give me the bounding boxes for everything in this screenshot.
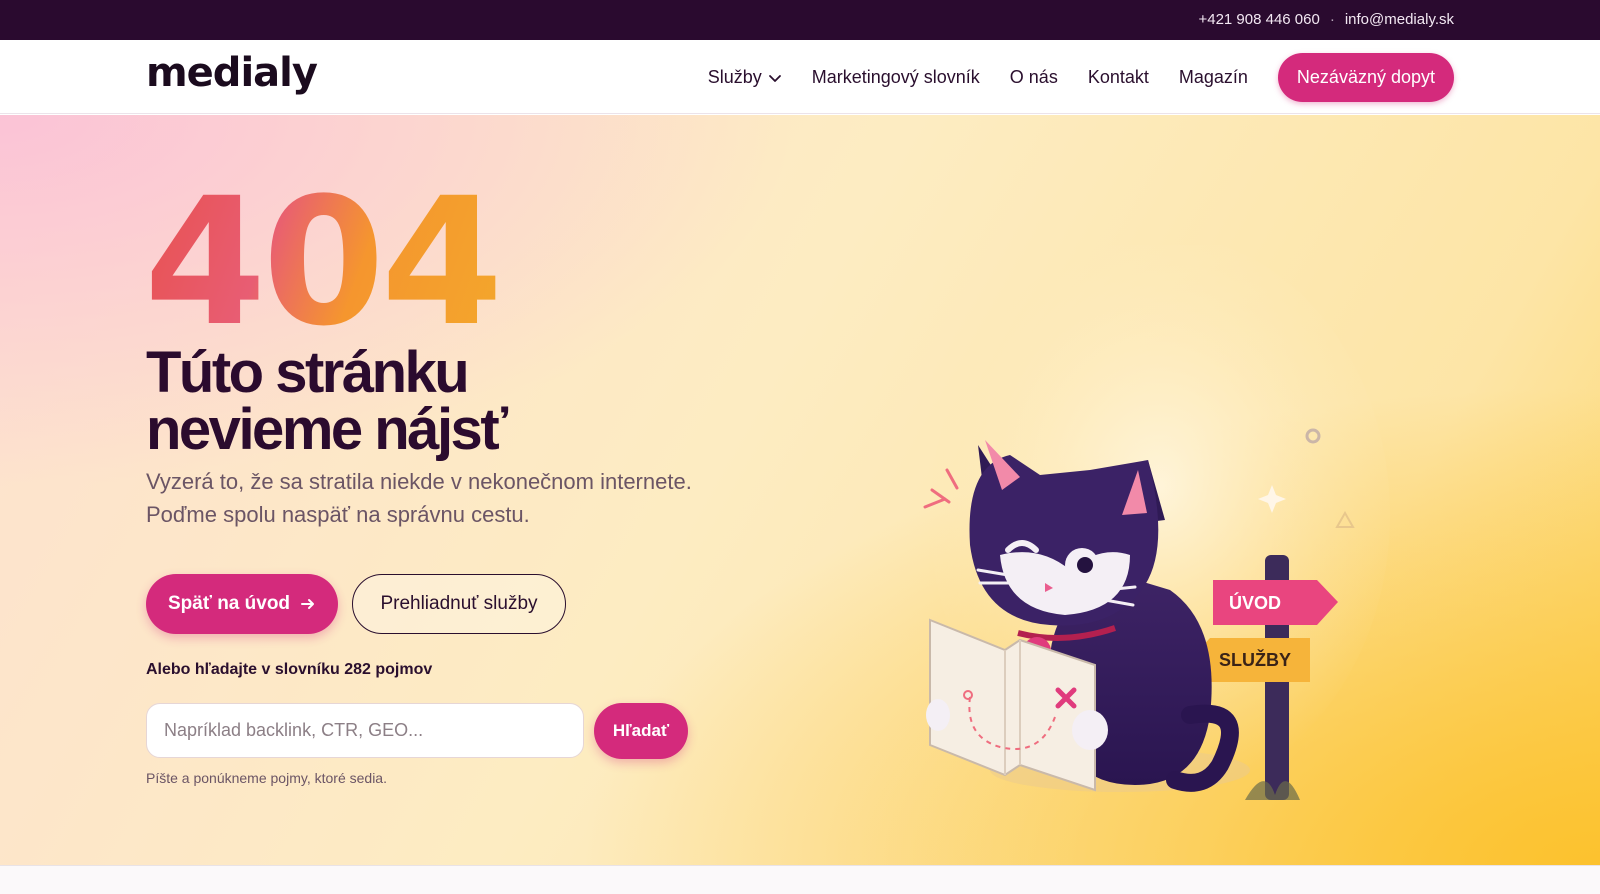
nav-item-label: Magazín: [1178, 67, 1248, 87]
title-line-2: nevieme nájsť: [146, 397, 508, 462]
request-quote-button[interactable]: Nezáväzný dopyt: [1277, 53, 1454, 102]
lost-cat-illustration: ÚVOD SLUŽBY m: [923, 245, 1390, 800]
sign-uvod: ÚVOD: [1229, 592, 1281, 613]
title-line-1: Túto stránku: [146, 340, 470, 405]
lead-line-2: Poďme spolu naspäť na správnu cestu.: [146, 502, 530, 527]
top-contact-bar: +421 908 446 060 · info@medialy.sk: [0, 0, 1600, 40]
nav-item-magazin[interactable]: Magazín: [1179, 67, 1248, 88]
lead-text: Vyzerá to, že sa stratila niekde v nekon…: [146, 465, 766, 531]
nav-item-label: Kontakt: [1087, 67, 1149, 87]
search-input[interactable]: [146, 703, 584, 758]
phone-link[interactable]: +421 908 446 060: [1198, 11, 1319, 28]
nav-item-label: O nás: [1009, 67, 1058, 87]
search-button[interactable]: Hľadať: [594, 703, 688, 759]
page-title: Túto stránku nevieme nájsť: [146, 344, 666, 459]
nav-menu: Služby Marketingový slovník O nás Kontak…: [708, 53, 1454, 102]
nav-item-slovnik[interactable]: Marketingový slovník: [812, 67, 980, 88]
search-label: Alebo hľadajte v slovníku 282 pojmov: [146, 661, 433, 678]
email-link[interactable]: info@medialy.sk: [1345, 11, 1454, 28]
nav-item-label: Marketingový slovník: [811, 67, 980, 87]
main-navigation: medialy Služby Marketingový slovník O ná…: [0, 40, 1600, 114]
error-code: 404: [144, 160, 503, 365]
logo[interactable]: medialy: [146, 50, 318, 96]
hero-section: 404 Túto stránku nevieme nájsť Vyzerá to…: [0, 115, 1600, 865]
nav-item-sluzby[interactable]: Služby: [708, 67, 782, 88]
chevron-down-icon: [768, 74, 781, 82]
back-home-button[interactable]: Späť na úvod: [146, 574, 338, 634]
browse-services-button[interactable]: Prehliadnuť služby: [352, 574, 566, 634]
separator-dot: ·: [1329, 11, 1335, 28]
nav-item-o-nas[interactable]: O nás: [1010, 67, 1058, 88]
lead-line-1: Vyzerá to, že sa stratila niekde v nekon…: [146, 469, 692, 494]
nav-item-kontakt[interactable]: Kontakt: [1088, 67, 1149, 88]
page-bottom-divider: [0, 865, 1600, 894]
search-hint: Píšte a ponúkneme pojmy, ktoré sedia.: [146, 770, 387, 786]
arrow-right-icon: [301, 599, 315, 609]
back-home-label: Späť na úvod: [167, 593, 291, 614]
nav-item-label: Služby: [707, 67, 762, 87]
sign-sluzby: SLUŽBY: [1219, 649, 1291, 670]
